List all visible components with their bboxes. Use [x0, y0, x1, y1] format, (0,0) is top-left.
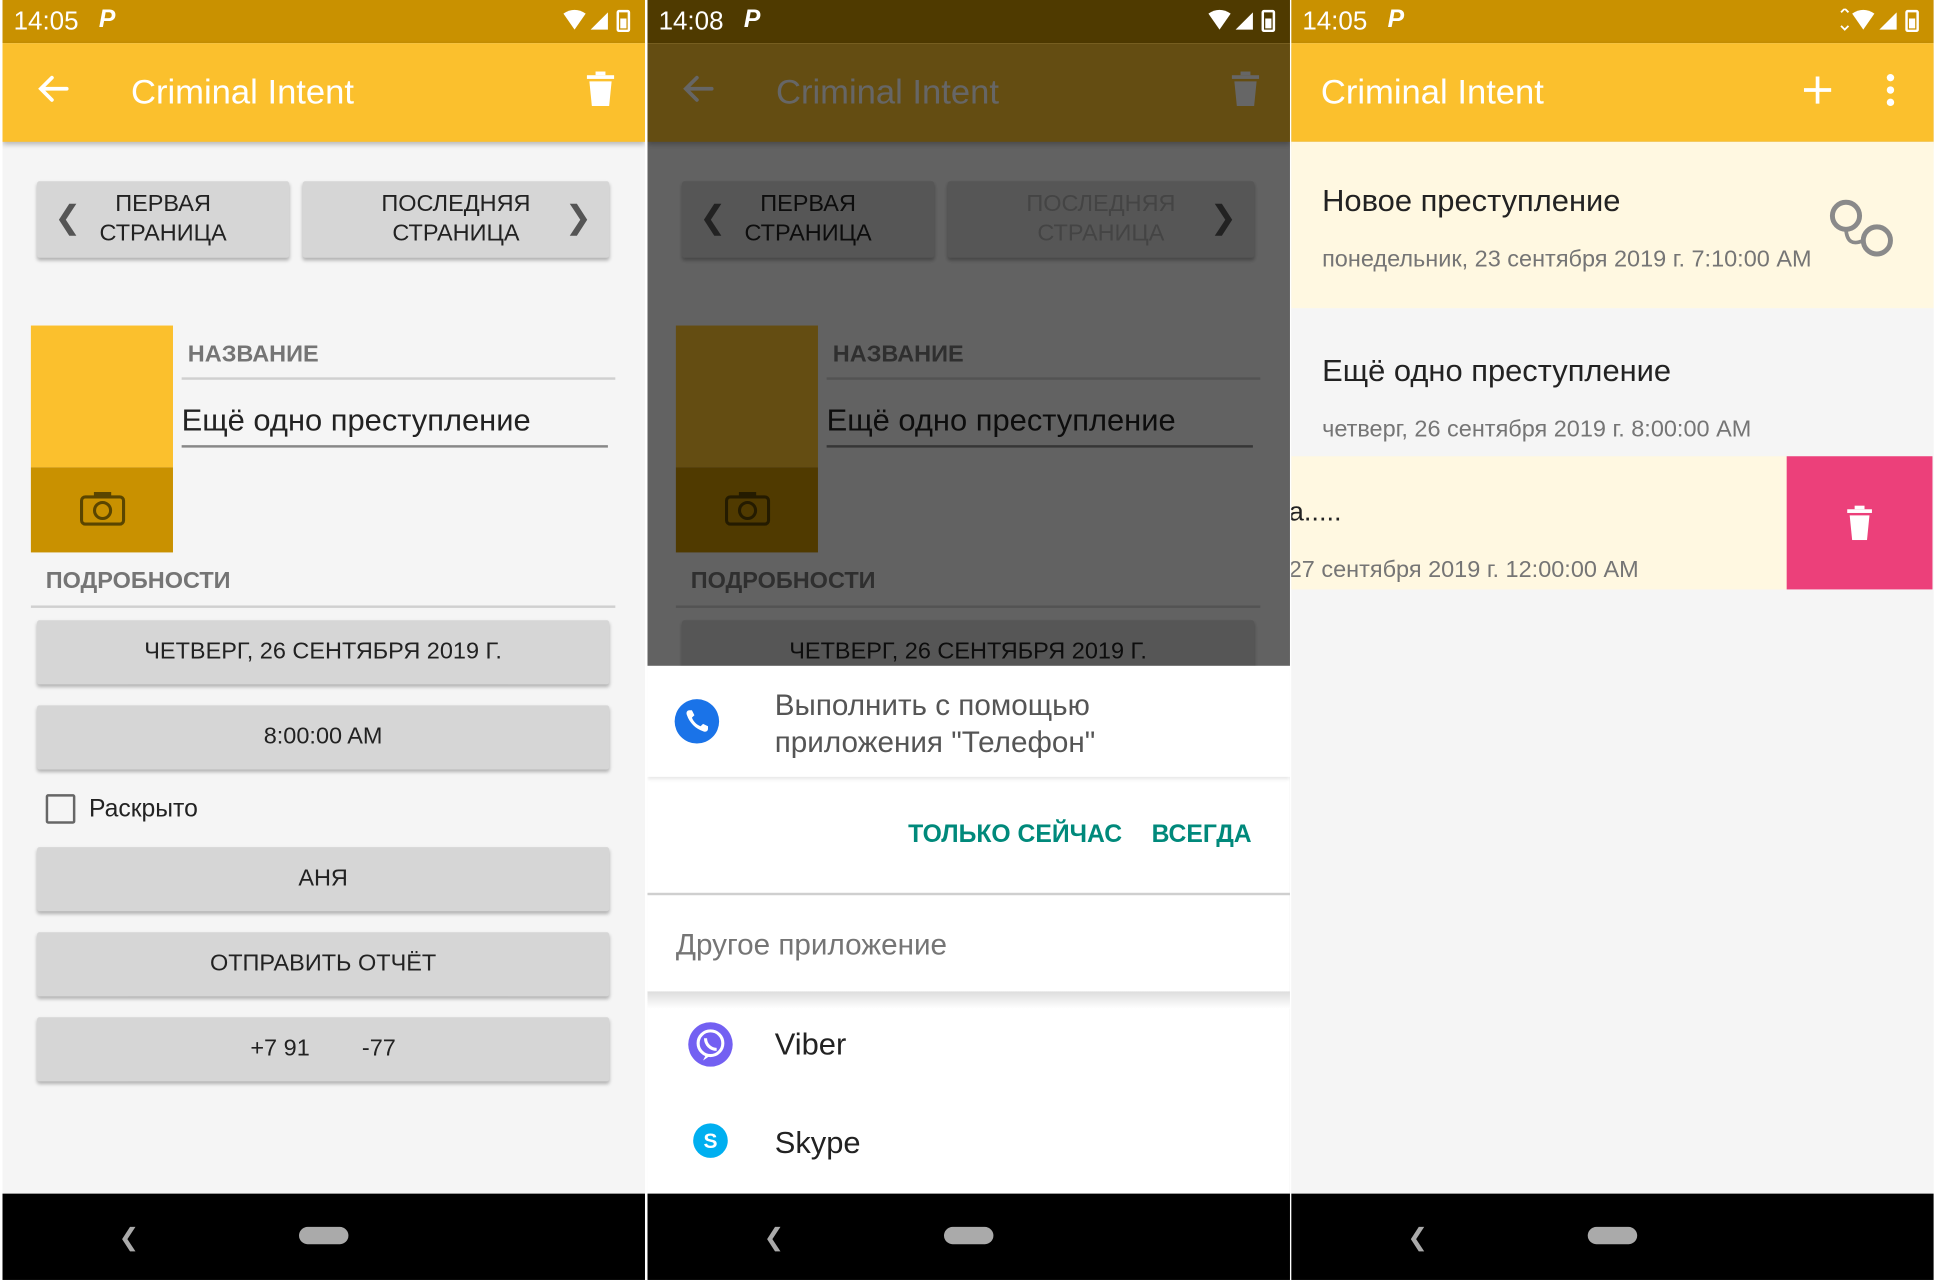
- back-arrow-icon[interactable]: [35, 70, 72, 113]
- viber-label: Viber: [774, 1027, 847, 1062]
- last-page-button[interactable]: ПОСЛЕДНЯЯ СТРАНИЦА ❯: [302, 181, 610, 258]
- delete-icon: [1846, 505, 1873, 547]
- status-bar: 14:05 P: [1291, 0, 1934, 44]
- nav-home-pill[interactable]: [1587, 1226, 1638, 1245]
- send-report-button[interactable]: ОТПРАВИТЬ ОТЧЁТ: [37, 932, 610, 997]
- toolbar-title: Criminal Intent: [130, 72, 355, 111]
- crime-date-button[interactable]: ЧЕТВЕРГ, 26 СЕНТЯБРЯ 2019 Г.: [37, 620, 610, 685]
- app-chooser-sheet: Выполнить с помощью приложения "Телефон"…: [647, 665, 1290, 1194]
- details-section-label: ПОДРОБНОСТИ: [45, 568, 231, 595]
- carrier-icon: P: [98, 6, 116, 34]
- carrier-icon: P: [1387, 6, 1405, 34]
- nav-bar: ❮: [647, 1193, 1290, 1280]
- delete-icon[interactable]: [586, 70, 616, 113]
- chevron-left-icon: ❮: [54, 198, 82, 236]
- camera-icon: [79, 490, 126, 533]
- add-icon[interactable]: [1800, 73, 1835, 114]
- chooser-title: Выполнить с помощью приложения "Телефон": [774, 689, 1096, 760]
- first-page-label-2: СТРАНИЦА: [99, 220, 227, 247]
- list-item[interactable]: Ещё одно преступление четверг, 26 сентяб…: [1291, 308, 1934, 457]
- crime-title-field[interactable]: Ещё одно преступление: [182, 403, 531, 439]
- title-divider: [181, 377, 616, 380]
- swipe-delete-button[interactable]: [1786, 456, 1933, 590]
- crime-time-button[interactable]: 8:00:00 AM: [37, 705, 610, 770]
- viber-icon: [688, 1022, 733, 1067]
- list-item[interactable]: Новое преступление понедельник, 23 сентя…: [1291, 141, 1934, 309]
- skype-label: Skype: [774, 1125, 861, 1161]
- app-toolbar: Criminal Intent: [2, 43, 645, 142]
- details-divider: [30, 605, 616, 608]
- nav-back-icon[interactable]: ❮: [119, 1222, 140, 1253]
- signal-battery-icons: [1206, 9, 1280, 40]
- toolbar-title: Criminal Intent: [1320, 72, 1544, 111]
- title-section-label: НАЗВАНИЕ: [187, 341, 319, 368]
- handcuffs-icon: [1827, 191, 1901, 271]
- status-time: 14:05: [1302, 7, 1368, 36]
- first-page-label-1: ПЕРВАЯ: [115, 191, 211, 218]
- crime-item-date: понедельник, 23 сентября 2019 г. 7:10:00…: [1322, 246, 1812, 273]
- signal-battery-icons: [1837, 7, 1923, 40]
- status-bar: 14:08 P: [647, 0, 1290, 44]
- crime-detail-screen: 14:05 P Criminal Intent ❮ ПЕРВАЯ СТРАНИЦ…: [2, 0, 645, 1280]
- app-chooser-screen: 14:08 P Criminal Intent ❮ ПЕРВАЯ СТРАНИЦ…: [647, 0, 1290, 1280]
- always-button[interactable]: ВСЕГДА: [1152, 821, 1252, 849]
- skype-icon: S: [693, 1123, 728, 1158]
- chooser-divider: [647, 892, 1290, 896]
- nav-home-pill[interactable]: [299, 1226, 349, 1245]
- just-once-button[interactable]: ТОЛЬКО СЕЙЧАС: [908, 821, 1122, 849]
- phone-app-icon: [674, 699, 720, 744]
- crime-list-screen: 14:05 P Criminal Intent Новое преступлен…: [1291, 0, 1934, 1280]
- list-item-swiping[interactable]: а..... 27 сентября 2019 г. 12:00:00 AM: [1291, 456, 1787, 590]
- other-app-label: Другое приложение: [675, 928, 948, 962]
- nav-home-pill[interactable]: [943, 1226, 994, 1245]
- chevron-right-icon: ❯: [564, 198, 592, 236]
- photo-button[interactable]: [30, 467, 173, 553]
- first-page-button[interactable]: ❮ ПЕРВАЯ СТРАНИЦА: [37, 181, 290, 258]
- solved-label: Раскрыто: [88, 795, 198, 823]
- call-suspect-button[interactable]: +7 91 -77: [37, 1017, 610, 1082]
- status-time: 14:08: [658, 7, 724, 36]
- list-shadow: [647, 991, 1290, 1009]
- status-time: 14:05: [13, 7, 79, 36]
- crime-item-date: четверг, 26 сентября 2019 г. 8:00:00 AM: [1322, 416, 1752, 443]
- status-bar: 14:05 P: [2, 0, 645, 44]
- solved-checkbox[interactable]: [45, 794, 76, 824]
- nav-back-icon[interactable]: ❮: [1407, 1222, 1428, 1253]
- svg-text:S: S: [703, 1130, 717, 1153]
- crime-item-title: Ещё одно преступление: [1322, 353, 1672, 389]
- app-toolbar: Criminal Intent: [1291, 43, 1934, 142]
- nav-back-icon[interactable]: ❮: [764, 1222, 785, 1253]
- crime-photo: [30, 325, 173, 468]
- carrier-icon: P: [743, 6, 761, 34]
- chooser-header: Выполнить с помощью приложения "Телефон": [647, 665, 1290, 777]
- last-page-label-1: ПОСЛЕДНЯЯ: [381, 191, 531, 218]
- signal-battery-icons: [561, 9, 635, 40]
- crime-item-date: 27 сентября 2019 г. 12:00:00 AM: [1291, 557, 1639, 584]
- crime-item-title: а.....: [1291, 495, 1342, 527]
- suspect-button[interactable]: АНЯ: [37, 847, 610, 912]
- nav-bar: ❮: [1291, 1193, 1934, 1280]
- overflow-menu-icon[interactable]: [1884, 73, 1896, 114]
- last-page-label-2: СТРАНИЦА: [392, 220, 520, 247]
- nav-bar: ❮: [2, 1193, 645, 1280]
- crime-item-title: Новое преступление: [1322, 183, 1621, 219]
- title-field-underline: [181, 445, 608, 448]
